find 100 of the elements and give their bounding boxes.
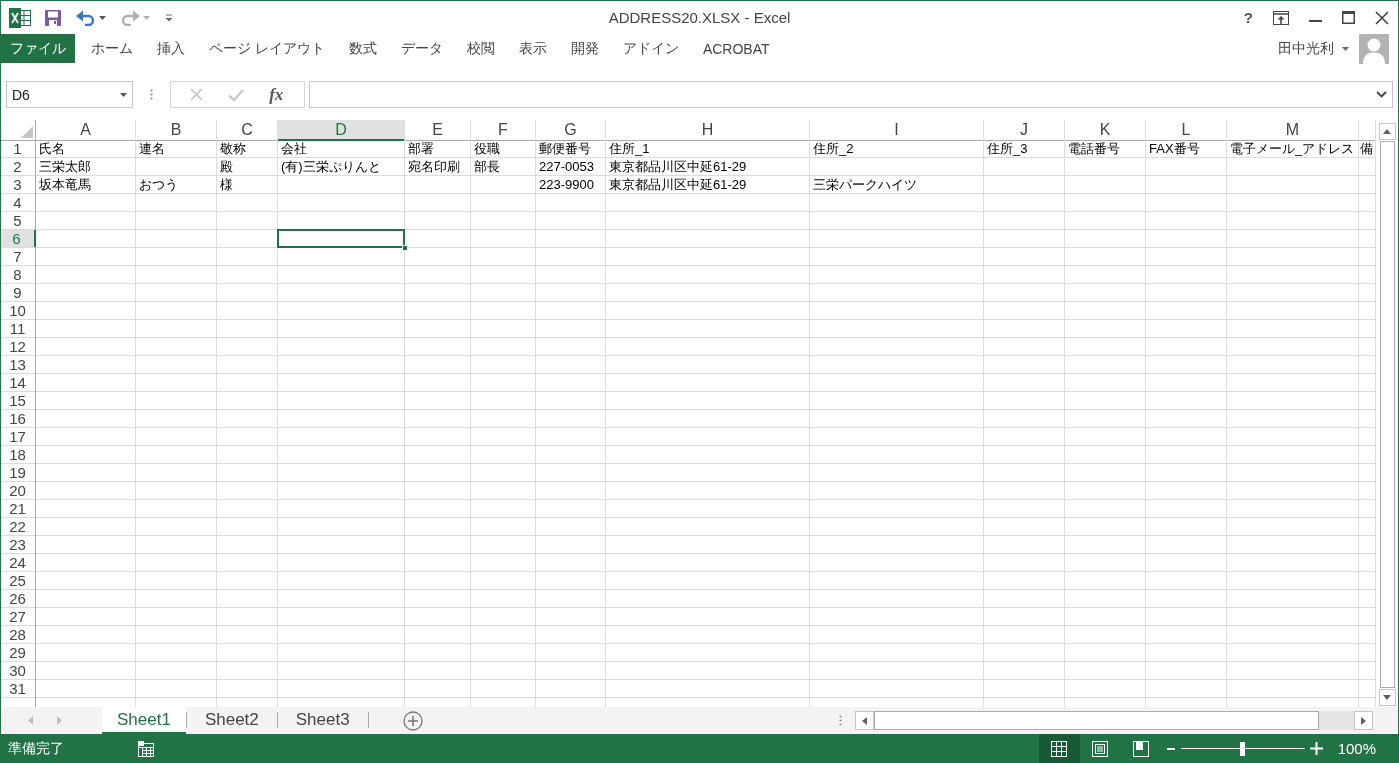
column-header[interactable]: E	[405, 120, 471, 141]
caret-icon[interactable]	[120, 92, 127, 97]
sheet-tab[interactable]: Sheet2	[186, 707, 277, 734]
scroll-down-button[interactable]	[1378, 689, 1396, 706]
row-header[interactable]: 27	[1, 608, 36, 626]
row-header[interactable]: 8	[1, 266, 36, 284]
ribbon-tab[interactable]: 校閲	[454, 34, 507, 63]
row-header[interactable]: 12	[1, 338, 36, 356]
table-cell-text: 郵便番号	[538, 140, 592, 158]
column-header[interactable]: D	[278, 120, 405, 141]
ribbon-tab[interactable]: 開発	[558, 34, 611, 63]
row-header[interactable]: 21	[1, 500, 36, 518]
row-header[interactable]: 14	[1, 374, 36, 392]
maximize-icon[interactable]	[1342, 11, 1355, 24]
column-header[interactable]: B	[136, 120, 217, 141]
column-header[interactable]: G	[536, 120, 606, 141]
row-header[interactable]: 26	[1, 590, 36, 608]
formula-input[interactable]	[309, 81, 1393, 108]
column-header[interactable]: J	[984, 120, 1065, 141]
grip-icon[interactable]	[150, 89, 153, 100]
scroll-right-button[interactable]	[1354, 711, 1373, 730]
plus-icon[interactable]	[1309, 742, 1323, 755]
minimize-icon[interactable]	[1309, 19, 1322, 22]
row-header[interactable]: 5	[1, 212, 36, 230]
scroll-left-button[interactable]	[855, 711, 874, 730]
row-header[interactable]: 23	[1, 536, 36, 554]
row-header[interactable]: 20	[1, 482, 36, 500]
column-header[interactable]: F	[471, 120, 536, 141]
row-header[interactable]: 2	[1, 158, 36, 176]
customize-icon[interactable]	[165, 13, 173, 22]
table-cell-text: 殿	[219, 158, 234, 176]
view-button[interactable]	[1038, 734, 1080, 763]
column-header[interactable]: K	[1065, 120, 1146, 141]
row-header[interactable]: 16	[1, 410, 36, 428]
insert-function-button[interactable]: fx	[269, 85, 284, 104]
table-cell-text: 三栄パークハイツ	[812, 176, 918, 194]
ribbon-tab[interactable]: 表示	[506, 34, 559, 63]
page-icon	[1092, 740, 1109, 757]
row-header[interactable]: 25	[1, 572, 36, 590]
row-header[interactable]: 7	[1, 248, 36, 266]
row-header[interactable]: 19	[1, 464, 36, 482]
file-tab[interactable]: ファイル	[1, 34, 75, 63]
grip-icon[interactable]	[839, 715, 842, 726]
row-header[interactable]: 22	[1, 518, 36, 536]
row-header[interactable]: 29	[1, 644, 36, 662]
sheet-tab[interactable]: Sheet1	[102, 707, 186, 734]
table-cell-text: 三栄太郎	[38, 158, 92, 176]
row-header[interactable]: 18	[1, 446, 36, 464]
column-header[interactable]: I	[810, 120, 984, 141]
row-header[interactable]: 4	[1, 194, 36, 212]
row-header[interactable]: 3	[1, 176, 36, 194]
table-cell-text: 連名	[138, 140, 166, 158]
column-header[interactable]: H	[606, 120, 810, 141]
ribbon-tab[interactable]: ACROBAT	[690, 34, 782, 63]
column-header[interactable]: L	[1146, 120, 1227, 141]
table-cell-text: 宛名印刷	[407, 158, 461, 176]
ribbon-tab[interactable]: ページ レイアウト	[197, 34, 337, 63]
ribbon-tab[interactable]: 挿入	[145, 34, 197, 63]
plus-circle-icon[interactable]	[402, 710, 423, 731]
caret-icon[interactable]	[99, 15, 106, 20]
slider-thumb[interactable]	[1240, 741, 1246, 756]
scrollbar-thumb[interactable]	[874, 711, 1319, 730]
worksheet-icon[interactable]	[138, 740, 154, 757]
zoom-level[interactable]: 100%	[1337, 740, 1376, 757]
down-triangle-icon	[1383, 695, 1391, 700]
row-header[interactable]: 6	[1, 230, 36, 247]
ribbon-tab[interactable]: 数式	[336, 34, 389, 63]
row-header[interactable]: 11	[1, 320, 36, 338]
scroll-up-button[interactable]	[1378, 123, 1396, 140]
scrollbar-thumb[interactable]	[1379, 141, 1395, 688]
ribbon-tab[interactable]: ホーム	[79, 34, 145, 63]
column-header[interactable]: M	[1227, 120, 1359, 141]
table-cell-text: 氏名	[38, 140, 66, 158]
caret-icon[interactable]	[1342, 46, 1349, 51]
help-button[interactable]: ?	[1243, 9, 1253, 26]
row-header[interactable]: 24	[1, 554, 36, 572]
row-header[interactable]: 9	[1, 284, 36, 302]
column-header[interactable]: A	[36, 120, 136, 141]
row-header[interactable]: 15	[1, 392, 36, 410]
undo-icon[interactable]	[76, 9, 96, 26]
ribbon-tab[interactable]: データ	[388, 34, 455, 63]
row-header[interactable]: 13	[1, 356, 36, 374]
row-header[interactable]: 30	[1, 662, 36, 680]
sheet-tab[interactable]: Sheet3	[277, 707, 368, 734]
row-header[interactable]: 1	[1, 140, 36, 158]
row-header[interactable]: 28	[1, 626, 36, 644]
table-cell-text: 様	[219, 176, 234, 194]
minus-icon[interactable]	[1166, 747, 1175, 750]
chevron-down-icon[interactable]	[1376, 91, 1387, 98]
save-icon[interactable]	[45, 9, 61, 26]
user-name[interactable]: 田中光利	[1278, 39, 1334, 58]
row-header[interactable]: 17	[1, 428, 36, 446]
fill-handle[interactable]	[402, 245, 408, 251]
row-header[interactable]: 31	[1, 680, 36, 698]
close-icon[interactable]	[1375, 10, 1389, 25]
name-box[interactable]: D6	[6, 81, 133, 108]
table-cell-text: 住所_1	[608, 140, 651, 158]
row-header[interactable]: 10	[1, 302, 36, 320]
ribbon-tab[interactable]: アドイン	[610, 34, 691, 63]
vertical-scrollbar[interactable]	[1376, 120, 1398, 707]
